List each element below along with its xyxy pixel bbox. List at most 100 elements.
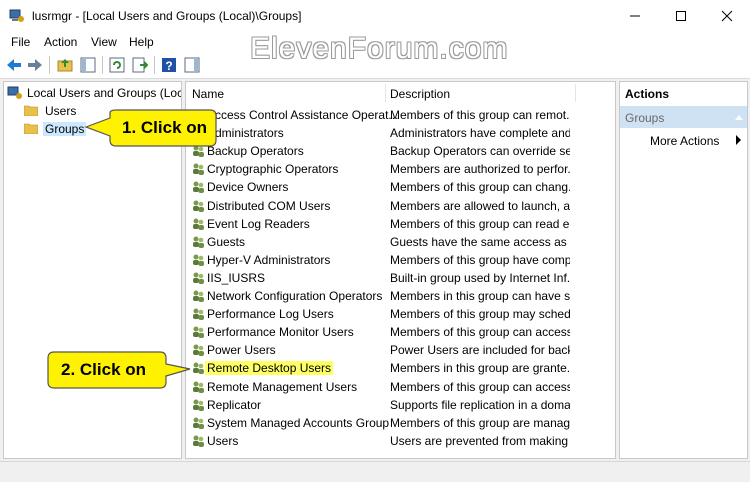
collapse-up-icon[interactable] [735,115,743,120]
column-header-description[interactable]: Description [386,82,576,104]
folder-icon [24,105,38,116]
group-name: Remote Management Users [207,379,358,394]
menu-file[interactable]: File [11,35,30,49]
table-row[interactable]: IIS_IUSRS Built-in group used by Internet… [186,269,615,287]
group-name: Users [207,433,239,448]
group-description: Members in this group are grante... [390,361,570,376]
actions-title-label: Actions [625,87,670,101]
callout-step-2: 2. Click on [46,350,194,390]
table-row[interactable]: Remote Desktop Users Members in this grou… [186,359,615,377]
forward-icon[interactable] [26,56,44,74]
table-row[interactable]: Backup Operators Backup Operators can ove… [186,142,615,160]
group-description: Built-in group used by Internet Inf... [390,270,570,285]
table-row[interactable]: Users Users are prevented from making ... [186,432,615,450]
group-name: Distributed COM Users [207,198,331,213]
table-row[interactable]: Guests Guests have the same access as m..… [186,233,615,251]
column-header-label: Name [192,87,225,101]
svg-text:?: ? [165,59,172,73]
group-description: Administrators have complete and... [390,126,570,141]
column-header-name[interactable]: Name [186,82,386,104]
group-name: Performance Monitor Users [207,325,354,340]
group-description: Members of this group can remot... [390,108,570,122]
watermark: ElevenForum.com [250,32,509,65]
refresh-icon[interactable] [108,56,126,74]
minimize-icon [630,15,640,17]
group-icon [193,218,204,230]
group-name: Replicator [207,397,262,412]
group-name: Access Control Assistance Operat... [207,108,399,122]
table-row[interactable]: Replicator Supports file replication in a… [186,396,615,414]
group-description: Members of this group can access ... [390,325,570,340]
group-name: Cryptographic Operators [207,162,339,177]
table-row[interactable]: System Managed Accounts Group Members of … [186,414,615,432]
table-row[interactable]: Event Log Readers Members of this group c… [186,215,615,233]
more-actions-item[interactable]: More Actions [650,134,719,148]
show-hide-tree-icon[interactable] [79,56,97,74]
table-row[interactable]: Remote Management Users Members of this g… [186,378,615,396]
table-row[interactable]: Performance Log Users Members of this gro… [186,305,615,323]
table-row[interactable]: Device Owners Members of this group can c… [186,178,615,196]
show-action-pane-icon[interactable] [183,56,201,74]
menu-view[interactable]: View [91,35,117,49]
group-icon [193,417,204,429]
callout-step-1: 1. Click on [82,108,218,148]
group-name: Power Users [207,343,276,358]
export-list-icon[interactable] [131,56,149,74]
column-header-label: Description [390,87,451,101]
group-icon [193,399,204,411]
group-icon [193,326,204,339]
table-row[interactable]: Distributed COM Users Members are allowed… [186,197,615,215]
table-row[interactable]: Hyper-V Administrators Members of this gr… [186,251,615,269]
group-description: Members are allowed to launch, ac... [390,198,570,213]
computer-management-icon [7,86,22,99]
actions-group-header[interactable]: Groups [620,106,747,128]
table-row[interactable]: Access Control Assistance Operat... Membe… [186,106,615,124]
group-description: Members of this group may sched... [390,307,570,322]
group-name: IIS_IUSRS [207,270,266,285]
title-bar: lusrmgr - [Local Users and Groups (Local… [0,0,750,32]
group-name: Event Log Readers [207,216,310,231]
actions-pane: Actions Groups More Actions [619,81,748,459]
up-folder-icon[interactable] [56,56,74,74]
group-icon [193,272,204,284]
group-list: Name Description Access Control Assistan… [185,81,616,459]
group-icon [193,435,204,447]
computer-management-icon [9,9,24,22]
toolbar-separator [102,56,103,74]
back-icon[interactable] [5,56,23,74]
maximize-icon [676,11,686,21]
chevron-right-icon [736,135,741,145]
group-description: Members of this group have comp... [390,252,570,267]
callout-step-2-text: 2. Click on [61,360,147,379]
help-icon[interactable]: ? [160,56,178,74]
window-title: lusrmgr - [Local Users and Groups (Local… [32,9,302,23]
group-name: Hyper-V Administrators [207,252,331,267]
menu-action[interactable]: Action [44,35,77,49]
maximize-button[interactable] [658,0,704,32]
column-divider[interactable] [575,84,576,102]
group-icon [193,163,204,176]
table-row[interactable]: Administrators Administrators have comple… [186,124,615,142]
table-row[interactable]: Power Users Power Users are included for … [186,341,615,359]
folder-icon [24,123,38,134]
group-description: Members of this group can read e... [390,216,570,231]
group-icon [193,290,204,302]
table-row[interactable]: Performance Monitor Users Members of this… [186,323,615,341]
close-button[interactable] [704,0,750,32]
table-row[interactable]: Network Configuration Operators Members i… [186,287,615,305]
actions-group-label: Groups [625,111,665,125]
group-name: Device Owners [207,180,289,195]
group-name: System Managed Accounts Group [207,415,390,430]
table-row[interactable]: Cryptographic Operators Members are autho… [186,160,615,178]
tree-root-label: Local Users and Groups (Local) [27,86,182,100]
minimize-button[interactable] [612,0,658,32]
menu-help[interactable]: Help [129,35,154,49]
callout-step-1-text: 1. Click on [122,118,208,137]
toolbar-separator [154,56,155,74]
group-icon [193,308,204,321]
group-description: Supports file replication in a doma... [390,397,570,412]
group-description: Members of this group can access ... [390,379,570,394]
group-description: Members are authorized to perfor... [390,162,570,177]
group-description: Members of this group are manag... [390,415,570,430]
group-name: Backup Operators [207,144,304,159]
